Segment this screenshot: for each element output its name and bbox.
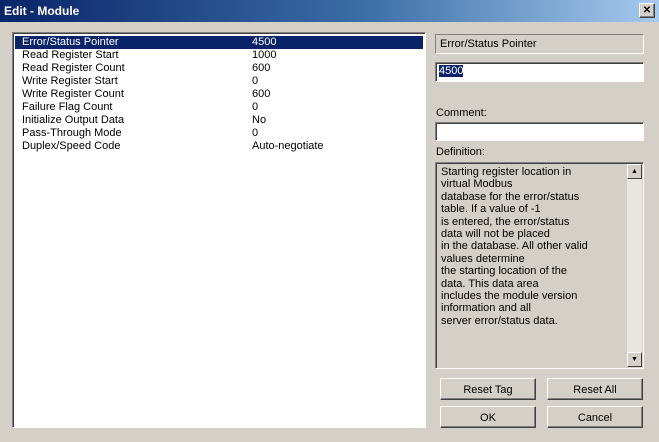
reset-all-button[interactable]: Reset All	[547, 378, 643, 400]
param-row-duplex-speed-code[interactable]: Duplex/Speed Code Auto-negotiate	[15, 140, 423, 153]
close-button[interactable]: ✕	[639, 3, 655, 18]
scroll-down-icon[interactable]: ▼	[627, 352, 642, 367]
param-row-read-register-start[interactable]: Read Register Start 1000	[15, 49, 423, 62]
comment-label: Comment:	[436, 107, 487, 119]
param-name: Failure Flag Count	[22, 101, 113, 113]
param-row-pass-through-mode[interactable]: Pass-Through Mode 0	[15, 127, 423, 140]
param-value: 1000	[252, 49, 277, 61]
param-name: Duplex/Speed Code	[22, 140, 121, 152]
param-row-initialize-output-data[interactable]: Initialize Output Data No	[15, 114, 423, 127]
param-value: 0	[252, 75, 259, 87]
param-value: No	[252, 114, 267, 126]
value-text: 4500	[439, 65, 464, 77]
ok-button[interactable]: OK	[440, 406, 536, 428]
param-name: Initialize Output Data	[22, 114, 125, 126]
definition-box: Starting register location in virtual Mo…	[435, 162, 644, 369]
value-input[interactable]: 4500	[435, 62, 644, 82]
scroll-up-icon[interactable]: ▲	[627, 164, 642, 179]
param-name: Write Register Start	[22, 75, 118, 87]
cancel-button[interactable]: Cancel	[547, 406, 643, 428]
param-row-failure-flag-count[interactable]: Failure Flag Count 0	[15, 101, 423, 114]
parameter-list[interactable]: Error/Status Pointer 4500 Read Register …	[12, 32, 426, 428]
definition-label: Definition:	[436, 146, 485, 158]
reset-tag-button[interactable]: Reset Tag	[440, 378, 536, 400]
definition-scrollbar[interactable]: ▲ ▼	[627, 164, 642, 367]
param-row-write-register-count[interactable]: Write Register Count 600	[15, 88, 423, 101]
param-value: 0	[252, 127, 259, 139]
param-name: Read Register Start	[22, 49, 119, 61]
param-value: 600	[252, 62, 271, 74]
param-value: Auto-negotiate	[252, 140, 324, 152]
param-name: Error/Status Pointer	[22, 36, 119, 48]
param-value: 0	[252, 101, 259, 113]
window-title: Edit - Module	[4, 4, 80, 18]
param-name: Pass-Through Mode	[22, 127, 122, 139]
param-row-write-register-start[interactable]: Write Register Start 0	[15, 75, 423, 88]
selected-param-name: Error/Status Pointer	[435, 34, 644, 54]
close-icon: ✕	[642, 5, 652, 16]
definition-text: Starting register location in virtual Mo…	[441, 166, 588, 327]
title-bar: Edit - Module ✕	[0, 0, 659, 22]
param-row-error-status-pointer[interactable]: Error/Status Pointer 4500	[15, 36, 423, 49]
comment-input[interactable]	[435, 122, 644, 141]
param-row-read-register-count[interactable]: Read Register Count 600	[15, 62, 423, 75]
param-name: Write Register Count	[22, 88, 124, 100]
param-value: 4500	[252, 36, 277, 48]
param-name: Read Register Count	[22, 62, 125, 74]
param-value: 600	[252, 88, 271, 100]
